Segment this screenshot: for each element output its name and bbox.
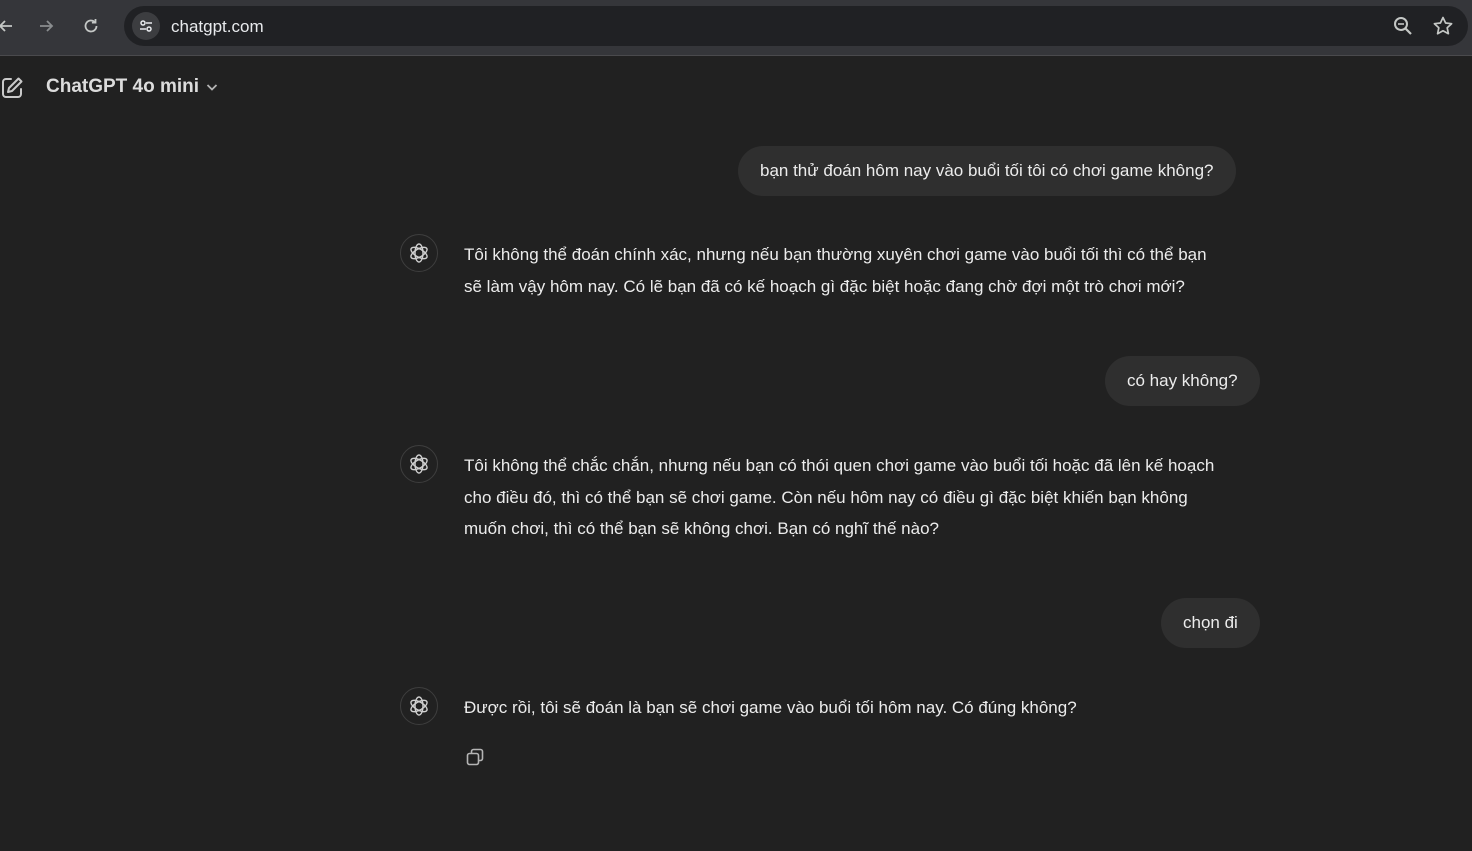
assistant-message-line: Tôi không thể chắc chắn, nhưng nếu bạn c… — [464, 456, 1215, 475]
new-chat-button[interactable] — [0, 76, 24, 105]
back-button[interactable] — [0, 12, 20, 40]
zoom-button[interactable] — [1392, 15, 1414, 42]
user-message: chọn đi — [1161, 598, 1260, 648]
url-text[interactable]: chatgpt.com — [171, 17, 264, 37]
assistant-avatar — [400, 687, 438, 725]
user-message: có hay không? — [1105, 356, 1260, 406]
assistant-message-line: sẽ làm vậy hôm nay. Có lẽ bạn đã có kế h… — [464, 276, 1185, 296]
reload-button[interactable] — [77, 12, 105, 40]
user-message-text: có hay không? — [1127, 371, 1238, 390]
edit-icon — [2, 77, 23, 98]
star-icon — [1433, 16, 1453, 35]
chevron-down-icon — [206, 84, 218, 91]
assistant-message: Tôi không thể chắc chắn, nhưng nếu bạn c… — [464, 450, 1264, 545]
assistant-message: Tôi không thể đoán chính xác, nhưng nếu … — [464, 239, 1264, 302]
user-message-text: bạn thử đoán hôm nay vào buổi tối tôi có… — [760, 161, 1214, 180]
model-selector[interactable]: ChatGPT 4o mini — [46, 76, 219, 98]
address-bar[interactable]: chatgpt.com — [124, 6, 1468, 46]
arrow-right-icon — [40, 20, 54, 32]
assistant-message-line: Tôi không thể đoán chính xác, nhưng nếu … — [464, 245, 1207, 264]
assistant-message-line: cho điều đó, thì có thể bạn sẽ chơi game… — [464, 487, 1188, 507]
model-name: ChatGPT 4o mini — [46, 76, 200, 97]
browser-toolbar: chatgpt.com — [0, 0, 1472, 56]
forward-button[interactable] — [32, 12, 60, 40]
openai-logo-icon — [410, 454, 428, 474]
user-message: bạn thử đoán hôm nay vào buổi tối tôi có… — [738, 146, 1236, 196]
bookmark-button[interactable] — [1432, 15, 1454, 42]
user-message-text: chọn đi — [1183, 613, 1238, 632]
site-info-button[interactable] — [132, 12, 160, 40]
zoom-icon — [1394, 17, 1412, 35]
assistant-avatar — [400, 445, 438, 483]
copy-button[interactable] — [464, 746, 486, 773]
assistant-message-line: Được rồi, tôi sẽ đoán là bạn sẽ chơi gam… — [464, 698, 1077, 717]
chat-header: ChatGPT 4o mini — [0, 56, 1472, 122]
openai-logo-icon — [410, 243, 428, 263]
arrow-left-icon — [0, 20, 12, 32]
tune-icon — [140, 20, 152, 32]
openai-logo-icon — [410, 696, 428, 716]
reload-icon — [84, 19, 98, 33]
copy-icon — [466, 748, 484, 766]
assistant-message-line: muốn chơi, thì có thể bạn sẽ không chơi.… — [464, 519, 939, 538]
assistant-message: Được rồi, tôi sẽ đoán là bạn sẽ chơi gam… — [464, 692, 1264, 724]
assistant-avatar — [400, 234, 438, 272]
